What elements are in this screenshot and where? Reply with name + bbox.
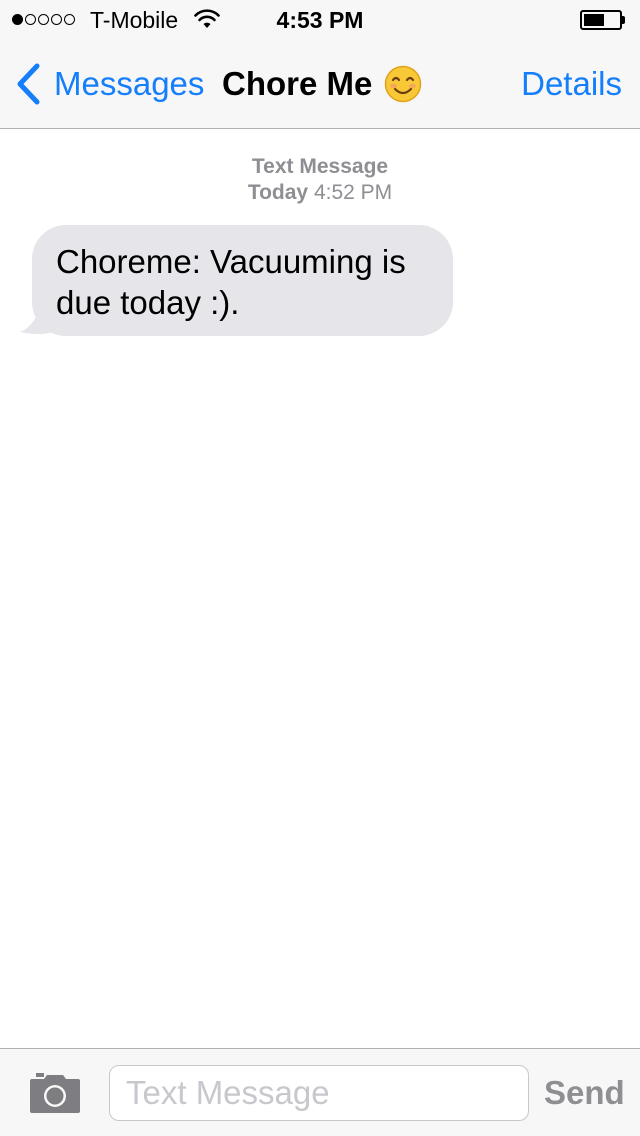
status-bar: T-Mobile 4:53 PM — [0, 0, 640, 40]
smiling-face-icon — [385, 65, 422, 103]
camera-icon[interactable] — [30, 1073, 80, 1113]
details-button[interactable]: Details — [521, 62, 622, 106]
message-text-field[interactable] — [109, 1065, 529, 1121]
back-button[interactable]: Messages — [14, 62, 204, 106]
navigation-bar: Messages Chore Me Details — [0, 40, 640, 128]
battery-cap — [622, 16, 625, 24]
incoming-message-bubble[interactable]: Choreme: Vacuuming is due today :). — [32, 225, 453, 336]
message-time: 4:52 PM — [313, 181, 393, 204]
messages-screen: T-Mobile 4:53 PM Messages Chore Me Detai… — [0, 0, 640, 1136]
message-input-bar: Send — [0, 1048, 640, 1136]
message-text: Choreme: Vacuuming is due today :). — [56, 243, 406, 321]
conversation-title: Chore Me — [222, 62, 422, 106]
battery-icon — [580, 10, 622, 30]
chevron-left-icon — [17, 63, 40, 105]
battery-level — [584, 14, 604, 26]
status-time: 4:53 PM — [276, 7, 364, 33]
send-button[interactable]: Send — [544, 1073, 625, 1113]
contact-name: Chore Me — [222, 65, 373, 102]
header: T-Mobile 4:53 PM Messages Chore Me Detai… — [0, 0, 640, 129]
message-type-label: Text Message — [251, 155, 389, 178]
message-timestamp: Text Message Today 4:52 PM — [0, 154, 640, 206]
back-button-label: Messages — [54, 65, 205, 102]
message-day: Today — [247, 181, 309, 204]
